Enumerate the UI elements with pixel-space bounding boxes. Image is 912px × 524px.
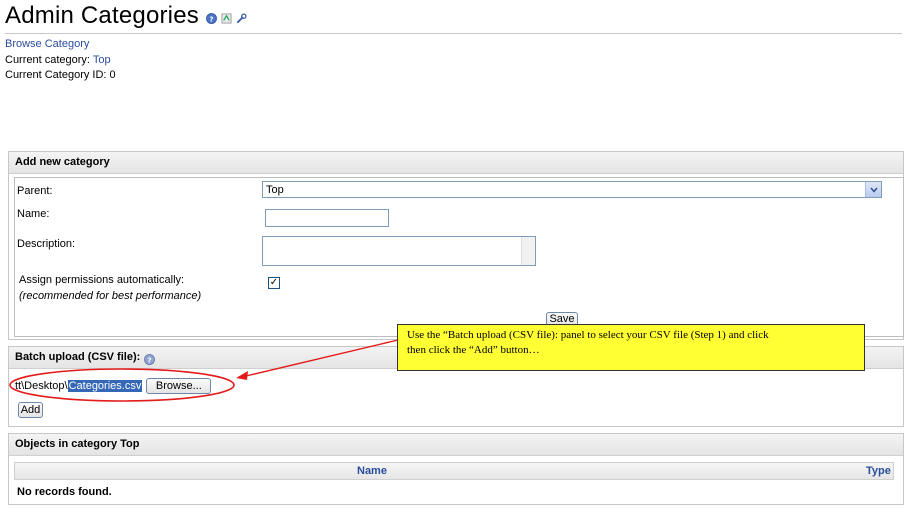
current-category-link[interactable]: Top (93, 54, 111, 66)
name-input[interactable] (265, 209, 389, 227)
textarea-scrollbar[interactable] (521, 237, 535, 265)
page-header: Admin Categories ? (5, 2, 247, 30)
objects-table-header: Name Type (14, 462, 894, 480)
wrench-icon[interactable] (236, 12, 247, 24)
csv-file-input[interactable]: tt\Desktop\ Categories.csv Browse... (15, 378, 212, 394)
browse-category-link[interactable]: Browse Category (5, 38, 89, 50)
file-path-prefix: tt\Desktop\ (15, 380, 68, 392)
current-category-id-label: Current Category ID: (5, 69, 107, 81)
add-category-heading: Add new category (9, 152, 903, 174)
current-category-id-line: Current Category ID: 0 (5, 69, 116, 81)
history-icon[interactable] (221, 13, 232, 24)
file-name-selected: Categories.csv (67, 380, 143, 392)
chevron-down-icon[interactable] (865, 182, 881, 197)
current-category-id-value: 0 (109, 69, 116, 81)
callout-line-2: then click the “Add” button… (407, 344, 540, 356)
svg-text:?: ? (148, 355, 152, 364)
description-label: Description: (17, 238, 76, 250)
add-button[interactable]: Add (18, 402, 43, 418)
svg-text:?: ? (209, 14, 213, 23)
column-name[interactable]: Name (357, 465, 387, 477)
empty-message: No records found. (17, 486, 112, 498)
assign-permissions-checkbox[interactable]: ✓ (268, 277, 280, 289)
assign-permissions-label: Assign permissions automatically: (19, 274, 185, 286)
parent-label: Parent: (17, 185, 53, 197)
check-icon: ✓ (269, 277, 279, 288)
browse-button[interactable]: Browse... (146, 378, 212, 394)
parent-select[interactable]: Top (262, 181, 882, 198)
title-icons: ? (206, 12, 247, 24)
callout-line-1: Use the “Batch upload (CSV file): panel … (407, 329, 769, 341)
help-icon[interactable]: ? (144, 352, 156, 365)
name-label: Name: (17, 208, 50, 220)
description-textarea[interactable] (262, 236, 536, 266)
page-title: Admin Categories (5, 2, 199, 29)
column-type[interactable]: Type (866, 465, 891, 477)
help-icon[interactable]: ? (206, 12, 217, 24)
title-divider (5, 33, 902, 34)
parent-select-value: Top (266, 184, 284, 196)
assign-permissions-note: (recommended for best performance) (19, 290, 202, 302)
batch-upload-title: Batch upload (CSV file): (15, 351, 141, 363)
objects-heading: Objects in category Top (9, 434, 903, 456)
current-category-line: Current category: Top (5, 54, 111, 66)
current-category-label: Current category: (5, 54, 90, 66)
instruction-callout: Use the “Batch upload (CSV file): panel … (397, 324, 865, 371)
